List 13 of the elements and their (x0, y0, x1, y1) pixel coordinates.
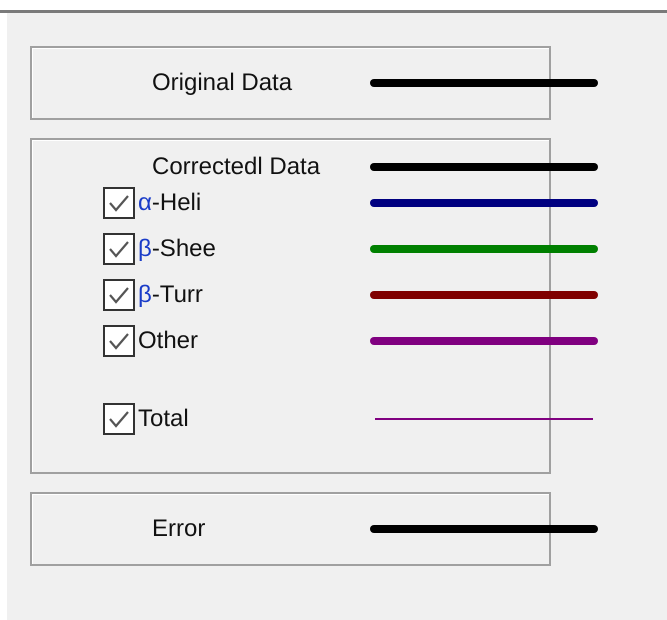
checkbox[interactable] (103, 403, 135, 435)
series-label: β-Shee (138, 235, 216, 263)
series-label: α-Heli (138, 189, 202, 217)
legend-label: Error (152, 515, 206, 542)
series-label: Total (138, 405, 189, 433)
checkbox[interactable] (103, 279, 135, 311)
legend-label: Original Data (152, 69, 292, 96)
checkbox[interactable] (103, 233, 135, 265)
checkbox[interactable] (103, 325, 135, 357)
series-label: β-Turr (138, 281, 203, 309)
checkbox[interactable] (103, 187, 135, 219)
series-label: Other (138, 327, 198, 355)
legend-label: Correctedl Data (152, 153, 320, 180)
